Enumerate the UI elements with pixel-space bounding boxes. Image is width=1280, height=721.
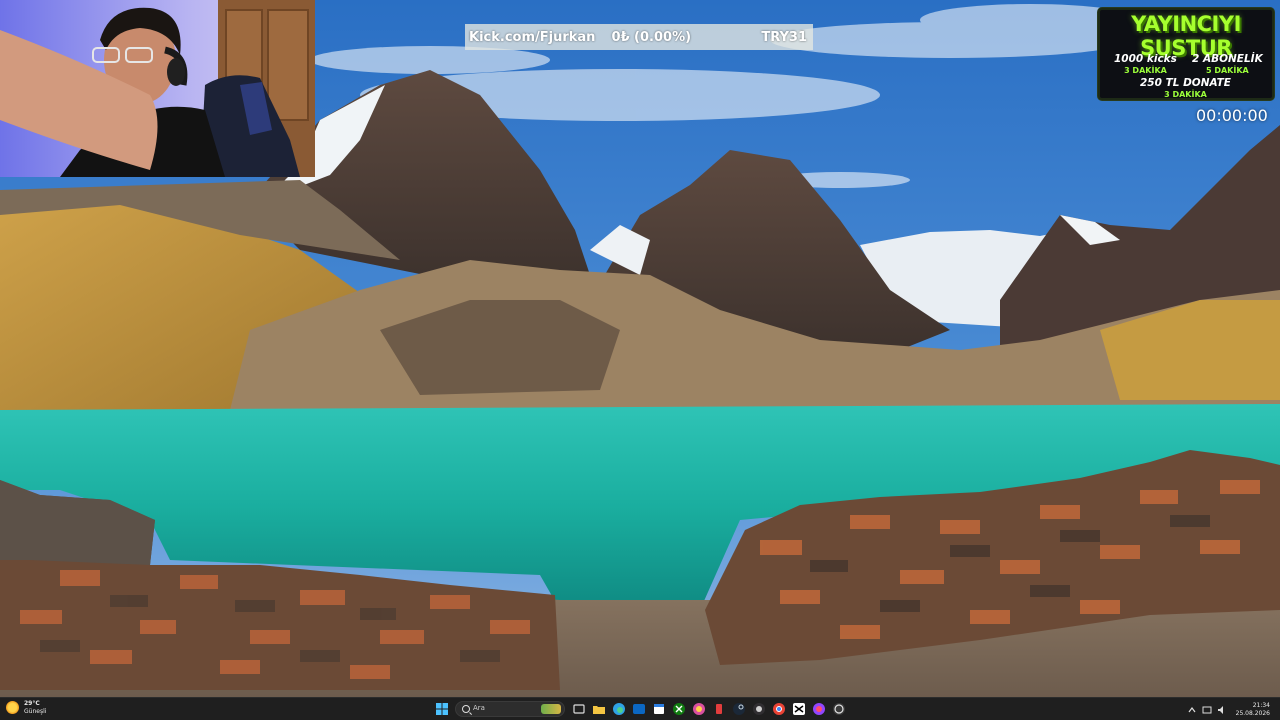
explorer-icon[interactable] (592, 702, 606, 716)
mute-streamer-panel: YAYINCIYI SUSTUR 1000 kicks 3 DAKİKA 2 A… (1098, 8, 1274, 100)
calendar-icon[interactable] (652, 702, 666, 716)
search-placeholder: Ara (473, 704, 485, 712)
taskbar-search[interactable]: Ara (455, 701, 565, 717)
app-icon[interactable] (712, 702, 726, 716)
photos-icon[interactable] (692, 702, 706, 716)
clock-date: 25.08.2026 (1235, 709, 1270, 717)
weather-temp: 29°C (24, 700, 40, 707)
search-highlight-icon (541, 704, 561, 714)
ticker-change: 0₺ (0.00%) (611, 29, 692, 45)
reward-item: 250 TL DONATE 3 DAKİKA (1140, 77, 1231, 99)
sun-icon (6, 701, 19, 714)
xbox-icon[interactable] (672, 702, 686, 716)
task-view-icon[interactable] (572, 702, 586, 716)
ticker-symbol: TRY31 (761, 29, 807, 45)
reward-duration: 5 DAKİKA (1205, 66, 1249, 75)
webcam-overlay (0, 0, 315, 177)
outlook-icon[interactable] (632, 702, 646, 716)
mute-timer: 00:00:00 (1196, 106, 1268, 125)
volume-icon[interactable] (1217, 705, 1227, 715)
windows-start-icon[interactable] (435, 702, 449, 716)
steam-icon[interactable] (732, 702, 746, 716)
clock-time: 21:34 (1252, 701, 1270, 709)
stream-ticker: Kick.com/Fjurkan 0₺ (0.00%) TRY31 (465, 24, 813, 50)
weather-widget[interactable]: 29°C Güneşli (6, 700, 46, 715)
chevron-up-icon[interactable] (1187, 705, 1197, 715)
weather-condition: Güneşli (24, 707, 47, 715)
ticker-channel: Kick.com/Fjurkan (469, 29, 596, 45)
reward-item: 2 ABONELİK 5 DAKİKA (1192, 54, 1263, 76)
capcut-icon[interactable] (792, 702, 806, 716)
chrome-icon[interactable] (772, 702, 786, 716)
obs-studio-icon[interactable] (832, 702, 846, 716)
search-icon (462, 705, 470, 713)
reward-label: 1000 kicks (1114, 53, 1177, 65)
clock[interactable]: 21:34 25.08.2026 (1236, 702, 1270, 718)
reward-item: 1000 kicks 3 DAKİKA (1114, 54, 1177, 76)
network-icon[interactable] (1202, 705, 1212, 715)
obs-icon[interactable] (752, 702, 766, 716)
reward-label: 2 ABONELİK (1192, 53, 1263, 65)
reward-duration: 3 DAKİKA (1164, 90, 1207, 99)
reward-duration: 3 DAKİKA (1124, 66, 1167, 75)
system-tray: 21:34 25.08.2026 (1187, 698, 1280, 721)
app-icon-2[interactable] (812, 702, 826, 716)
edge-icon[interactable] (612, 702, 626, 716)
taskbar: 29°C Güneşli Ara 21:34 25.08.2026 (0, 697, 1280, 720)
reward-label: 250 TL DONATE (1140, 77, 1231, 89)
